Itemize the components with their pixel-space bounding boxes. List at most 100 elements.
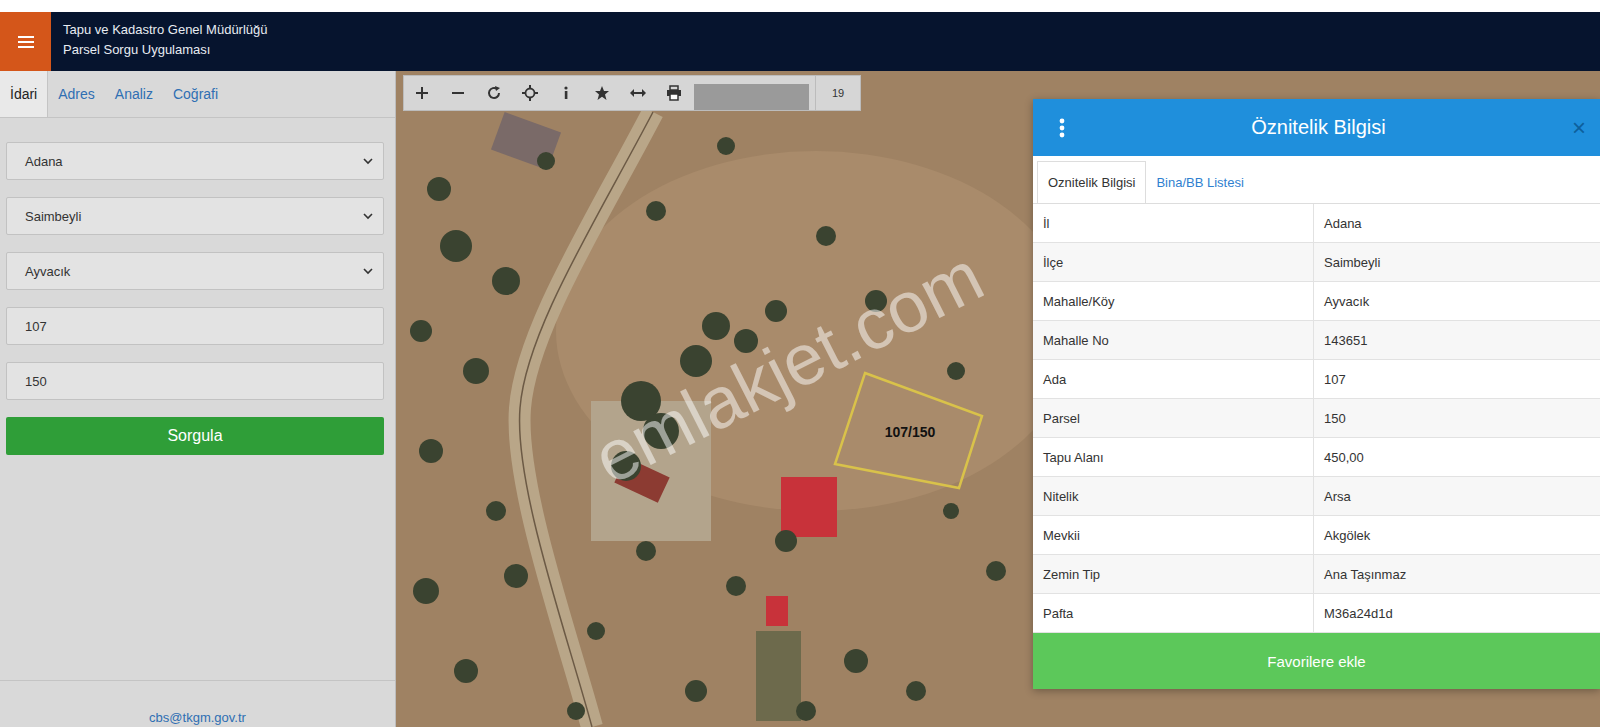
tree (702, 312, 730, 340)
locate-button[interactable] (512, 76, 548, 110)
attribute-value: Akgölek (1314, 516, 1600, 554)
query-form: Adana Saimbeyli Ayvacık 107 150 Sorgula (0, 118, 395, 455)
tree (492, 267, 520, 295)
sidebar-tab[interactable]: Coğrafi (163, 71, 228, 117)
refresh-button[interactable] (476, 76, 512, 110)
attribute-value: 150 (1314, 399, 1600, 437)
tree (865, 290, 887, 312)
select-field[interactable]: Saimbeyli (6, 197, 384, 235)
attribute-title: Öznitelik Bilgisi (1065, 116, 1572, 139)
sidebar: İdariAdresAnalizCoğrafi Adana Saimbeyli Ayv… (0, 71, 396, 727)
query-button[interactable]: Sorgula (6, 417, 384, 455)
subtitle: Parsel Sorgu Uygulaması (63, 40, 268, 60)
add-favorite-button[interactable]: Favorilere ekle (1033, 633, 1600, 689)
menu-button[interactable] (0, 12, 51, 71)
attribute-tab[interactable]: Bina/BB Listesi (1146, 161, 1253, 203)
map-toolbar: 19 (403, 75, 861, 111)
attribute-row: İlçeSaimbeyli (1033, 243, 1600, 282)
attribute-key: Mahalle/Köy (1033, 282, 1314, 320)
tree (463, 358, 489, 384)
attribute-value: Ayvacık (1314, 282, 1600, 320)
attribute-row: Parsel150 (1033, 399, 1600, 438)
attribute-value: Ana Taşınmaz (1314, 555, 1600, 593)
tree (419, 439, 443, 463)
tree (611, 451, 641, 481)
parcel-label: 107/150 (885, 424, 936, 440)
attribute-key: Nitelik (1033, 477, 1314, 515)
tree (947, 362, 965, 380)
attribute-key: Parsel (1033, 399, 1314, 437)
page: Tapu ve Kadastro Genel MüdürlüğüParsel S… (0, 0, 1600, 727)
close-button[interactable]: × (1572, 114, 1586, 142)
tree (986, 561, 1006, 581)
chevron-down-icon (363, 268, 373, 275)
attribute-value: Saimbeyli (1314, 243, 1600, 281)
info-icon (558, 85, 574, 101)
tree (537, 152, 555, 170)
tree (567, 702, 585, 720)
attribute-key: Mevkii (1033, 516, 1314, 554)
map[interactable]: 107/150emlakjet.com 19 Öznitelik Bilgisi× O… (396, 71, 1600, 727)
garden (756, 631, 801, 721)
title: Tapu ve Kadastro Genel Müdürlüğü (63, 20, 268, 40)
tree (636, 541, 656, 561)
select-field[interactable]: Adana (6, 142, 384, 180)
attribute-panel: Öznitelik Bilgisi× Oznitelik BilgisiBina/… (1033, 99, 1600, 689)
print-icon (666, 85, 682, 101)
sidebar-tabs: İdariAdresAnalizCoğrafi (0, 71, 395, 118)
email-link[interactable]: cbs@tkgm.gov.tr (149, 710, 246, 725)
tree (643, 413, 679, 449)
tree (646, 201, 666, 221)
building (781, 477, 837, 537)
tree (906, 681, 926, 701)
watermark: emlakjet.com (580, 234, 995, 500)
tree (816, 226, 836, 246)
sidebar-tab[interactable]: Analiz (105, 71, 163, 117)
attribute-tabs: Oznitelik BilgisiBina/BB Listesi (1033, 156, 1600, 204)
tree (413, 578, 439, 604)
top-strip (0, 0, 1600, 12)
tree (486, 501, 506, 521)
tree (765, 300, 787, 322)
zoom-level: 19 (815, 76, 860, 110)
tree (717, 137, 735, 155)
print-button[interactable] (656, 76, 692, 110)
attribute-row: PaftaM36a24d1d (1033, 594, 1600, 633)
sidebar-footer: cbs@tkgm.gov.tr (0, 680, 395, 727)
tree (410, 320, 432, 342)
attribute-key: Zemin Tip (1033, 555, 1314, 593)
kebab-menu-icon[interactable] (1059, 118, 1065, 138)
text-field[interactable]: 150 (6, 362, 384, 400)
tree (427, 177, 451, 201)
zoom-in-button[interactable] (404, 76, 440, 110)
attribute-table: İlAdanaİlçeSaimbeyliMahalle/KöyAyvacıkMa… (1033, 204, 1600, 633)
select-field[interactable]: Ayvacık (6, 252, 384, 290)
building (491, 112, 561, 170)
tree (844, 649, 868, 673)
attribute-row: Tapu Alanı450,00 (1033, 438, 1600, 477)
sidebar-tab[interactable]: İdari (0, 71, 48, 117)
hamburger-icon (18, 35, 34, 49)
zoom-out-button[interactable] (440, 76, 476, 110)
info-button[interactable] (548, 76, 584, 110)
tree (943, 503, 959, 519)
measure-button[interactable] (620, 76, 656, 110)
attribute-value: Adana (1314, 204, 1600, 242)
attribute-row: NitelikArsa (1033, 477, 1600, 516)
chevron-down-icon (363, 158, 373, 165)
tree (734, 329, 758, 353)
yard (591, 401, 711, 541)
attribute-tab[interactable]: Oznitelik Bilgisi (1037, 161, 1146, 203)
tree (587, 622, 605, 640)
parcel-outline[interactable] (835, 373, 982, 488)
star-button[interactable] (584, 76, 620, 110)
tree (454, 659, 478, 683)
tree (726, 576, 746, 596)
refresh-icon (486, 85, 502, 101)
attribute-key: İlçe (1033, 243, 1314, 281)
sidebar-tab[interactable]: Adres (48, 71, 105, 117)
text-field[interactable]: 107 (6, 307, 384, 345)
attribute-row: Mahalle No143651 (1033, 321, 1600, 360)
attribute-key: İl (1033, 204, 1314, 242)
attribute-row: Zemin TipAna Taşınmaz (1033, 555, 1600, 594)
